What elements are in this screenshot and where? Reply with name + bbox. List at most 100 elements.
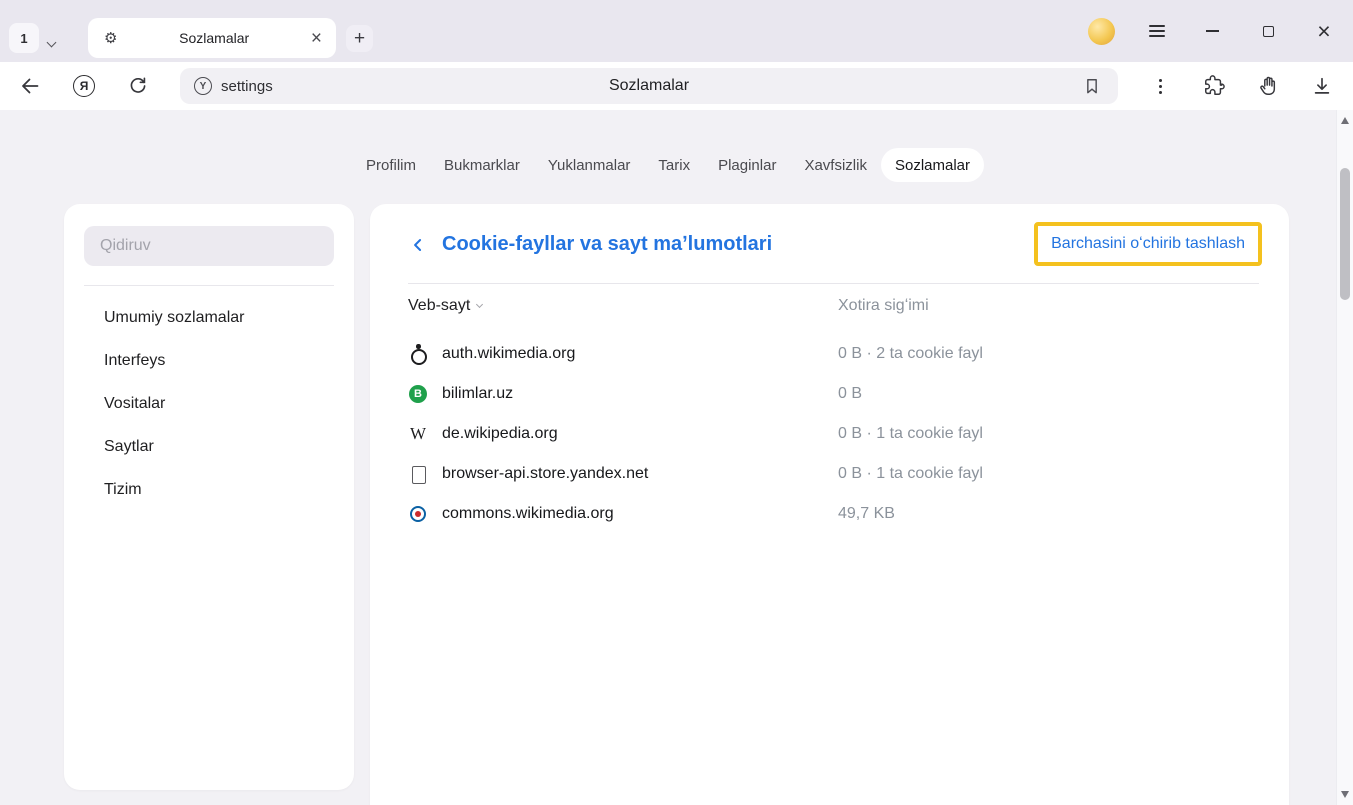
hamburger-icon [1149,25,1165,27]
site-row[interactable]: bilimlar.uz 0 B [370,374,1289,414]
site-favicon-icon [408,504,428,524]
sidebar-item-label: Umumiy sozlamalar [104,309,244,327]
nav-tab-label: Profilim [366,157,416,174]
hand-icon [1257,75,1279,97]
nav-tab-label: Xavfsizlik [804,157,867,174]
site-row[interactable]: browser-api.store.yandex.net 0 B · 1 ta … [370,454,1289,494]
extensions-button[interactable] [1202,74,1226,98]
page-scrollbar[interactable] [1336,110,1353,805]
scroll-down-arrow-icon[interactable] [1341,791,1349,798]
minimize-icon [1206,30,1219,32]
site-header-label: Veb-sayt [408,297,470,314]
sidebar-item[interactable]: Saytlar [64,425,354,468]
settings-nav-tab[interactable]: Plaginlar [704,148,790,182]
column-header-site[interactable]: Veb-sayt [408,297,482,315]
site-name: bilimlar.uz [442,385,513,403]
window-controls [1088,0,1337,62]
close-icon [1317,20,1330,43]
settings-nav-tab[interactable]: Yuklanmalar [534,148,645,182]
gear-icon [104,31,117,46]
new-tab-button[interactable] [346,25,373,52]
tab-close-icon[interactable] [311,29,322,48]
download-icon [1311,75,1333,97]
site-favicon-icon [408,384,428,404]
site-storage-size: 0 B · 1 ta cookie fayl [838,465,983,483]
scroll-up-arrow-icon[interactable] [1341,117,1349,124]
reload-icon [127,75,149,97]
site-name: auth.wikimedia.org [442,345,575,363]
back-arrow-icon [18,74,42,98]
browser-tab-settings[interactable]: Sozlamalar [88,18,336,58]
settings-nav-tab[interactable]: Tarix [644,148,704,182]
sidebar-item-label: Tizim [104,481,142,499]
site-storage-size: 0 B [838,385,862,403]
chevron-down-icon [47,38,57,48]
site-name: commons.wikimedia.org [442,505,614,523]
site-favicon-icon [408,344,428,364]
maximize-button[interactable] [1255,18,1281,44]
minimize-button[interactable] [1199,18,1225,44]
nav-tab-label: Yuklanmalar [548,157,631,174]
sidebar-item[interactable]: Vositalar [64,382,354,425]
header-divider [408,283,1259,284]
tab-list-chevron[interactable] [48,33,55,51]
kebab-menu-icon [1159,85,1162,88]
maximize-icon [1263,26,1274,37]
site-storage-size: 0 B · 2 ta cookie fayl [838,345,983,363]
search-input[interactable] [84,226,334,266]
sites-table: auth.wikimedia.org 0 B · 2 ta cookie fay… [370,334,1289,534]
settings-nav-tab[interactable]: Sozlamalar [881,148,984,182]
tab-counter[interactable]: 1 [9,23,39,53]
settings-sidebar: Umumiy sozlamalar Interfeys Vositalar Sa… [64,204,354,790]
gestures-button[interactable] [1256,74,1280,98]
back-to-settings-button[interactable] [408,235,428,260]
address-bar-page-title: Sozlamalar [180,77,1118,95]
scrollbar-thumb[interactable] [1340,168,1350,300]
nav-tab-label: Tarix [658,157,690,174]
yandex-home-button[interactable] [72,74,96,98]
settings-nav-tab[interactable]: Xavfsizlik [790,148,881,182]
settings-nav-tab[interactable]: Bukmarklar [430,148,534,182]
sidebar-item[interactable]: Interfeys [64,339,354,382]
sort-chevron-icon [476,301,483,308]
back-button[interactable] [18,74,42,98]
sites-table-header: Veb-sayt Xotira sigʻimi [370,294,1289,322]
site-row[interactable]: commons.wikimedia.org 49,7 KB [370,494,1289,534]
profile-avatar[interactable] [1088,18,1115,45]
address-bar[interactable]: settings Sozlamalar [180,68,1118,104]
sidebar-item[interactable]: Tizim [64,468,354,511]
nav-tab-label: Sozlamalar [895,157,970,174]
menu-button[interactable] [1145,21,1169,41]
cookies-panel: Cookie-fayllar va sayt maʼlumotlari Barc… [370,204,1289,805]
downloads-button[interactable] [1310,74,1334,98]
chevron-left-icon [408,235,428,255]
nav-tab-label: Plaginlar [718,157,776,174]
yandex-logo-icon [73,75,95,97]
browser-window: 1 Sozlamalar s [0,0,1353,805]
sidebar-item[interactable]: Umumiy sozlamalar [64,296,354,339]
site-storage-size: 49,7 KB [838,505,895,523]
site-icon [194,77,212,95]
site-name: browser-api.store.yandex.net [442,465,648,483]
site-row[interactable]: de.wikipedia.org 0 B · 1 ta cookie fayl [370,414,1289,454]
close-window-button[interactable] [1311,18,1337,44]
settings-nav: Profilim Bukmarklar Yuklanmalar Tarix Pl… [0,148,1336,182]
sidebar-divider [84,285,334,286]
site-row[interactable]: auth.wikimedia.org 0 B · 2 ta cookie fay… [370,334,1289,374]
delete-all-button[interactable]: Barchasini oʻchirib tashlash [1034,222,1262,266]
site-favicon-icon [408,424,428,444]
settings-content: Profilim Bukmarklar Yuklanmalar Tarix Pl… [0,110,1336,805]
reload-button[interactable] [126,74,150,98]
sidebar-item-label: Saytlar [104,438,154,456]
sidebar-item-label: Interfeys [104,352,165,370]
nav-tab-label: Bukmarklar [444,157,520,174]
sidebar-list: Umumiy sozlamalar Interfeys Vositalar Sa… [64,296,354,511]
site-favicon-icon [408,464,428,484]
bookmark-button[interactable] [1080,74,1104,98]
page-title: Cookie-fayllar va sayt maʼlumotlari [442,233,772,256]
tab-bar: 1 Sozlamalar [0,0,1353,62]
puzzle-icon [1203,75,1225,97]
settings-nav-tab[interactable]: Profilim [352,148,430,182]
more-options-button[interactable] [1148,74,1172,98]
site-name: de.wikipedia.org [442,425,558,443]
